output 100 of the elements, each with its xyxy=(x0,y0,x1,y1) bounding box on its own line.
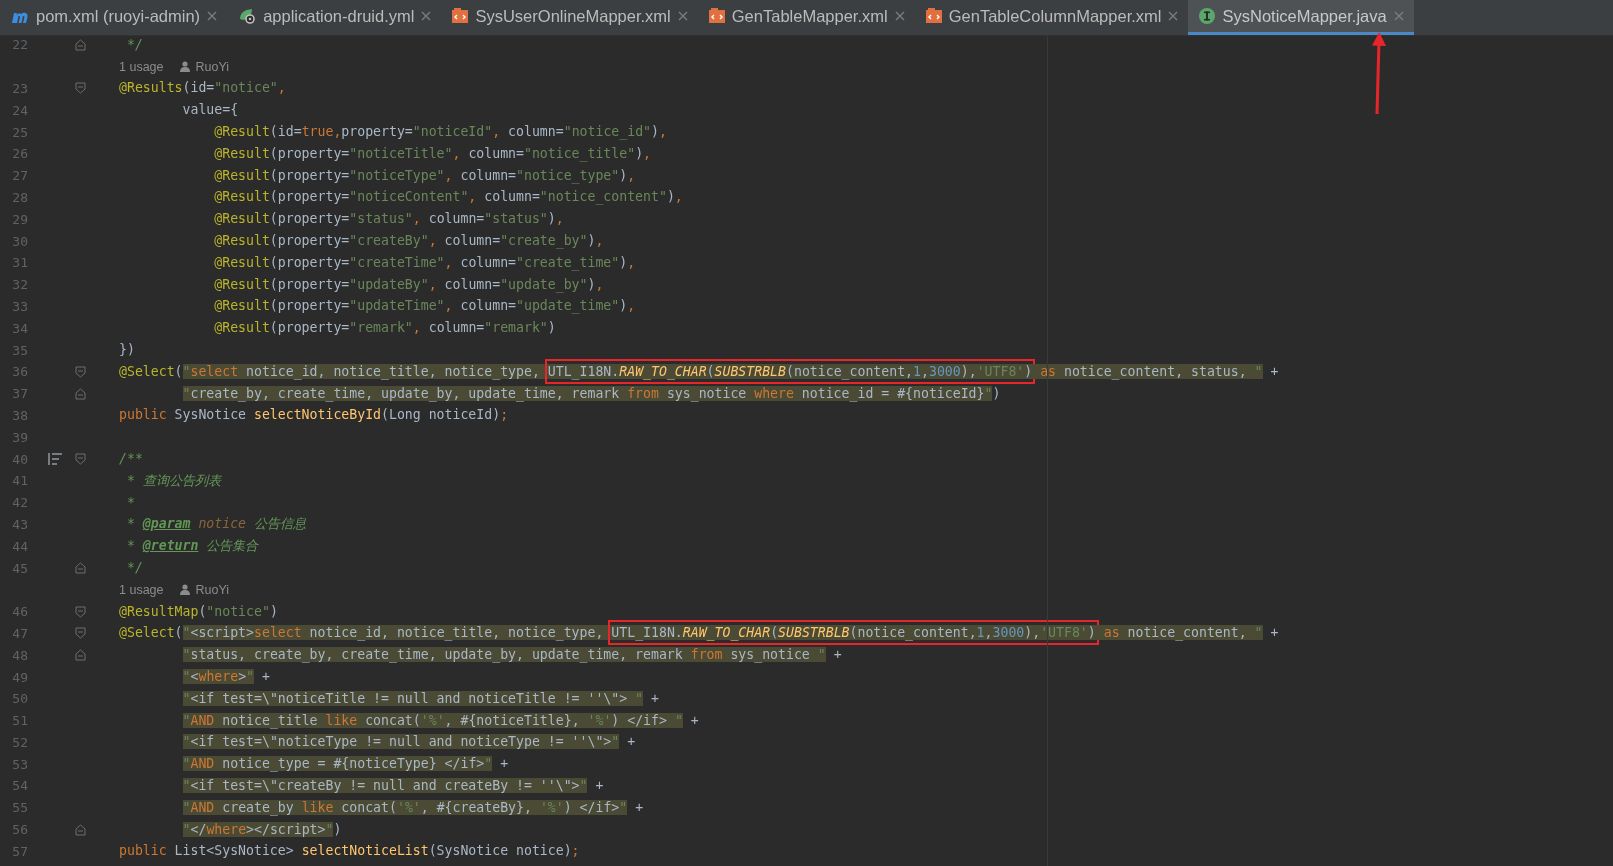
code-line: "</where></script>") xyxy=(181,820,342,839)
code-line: "<if test=\"noticeTitle != null and noticeTitle != ''\"> " + xyxy=(181,689,659,708)
fold-marker-icon[interactable] xyxy=(74,38,86,51)
line-number: 51 xyxy=(11,713,28,729)
line-number: 32 xyxy=(11,277,28,293)
code-line: /** xyxy=(119,450,143,469)
line-number: 39 xyxy=(11,429,28,445)
editor-tab[interactable]: SysNoticeMapper.java xyxy=(1188,0,1414,35)
usage-hint[interactable]: 1 usage xyxy=(119,582,164,597)
editor-tab[interactable]: application-druid.yml xyxy=(227,0,442,35)
line-number: 31 xyxy=(11,255,28,271)
code-line: @Results(id="notice", xyxy=(119,79,286,98)
line-number: 30 xyxy=(11,233,28,249)
line-number: 33 xyxy=(11,298,28,314)
line-number: 38 xyxy=(11,407,28,423)
usage-hint[interactable]: 1 usage xyxy=(119,59,164,74)
code-line: "AND notice_type = #{noticeType} </if>" + xyxy=(181,755,509,774)
line-number: 24 xyxy=(11,102,28,118)
code-line: @Result(property="remark", column="remark") xyxy=(213,319,556,338)
fold-marker-icon[interactable] xyxy=(74,562,86,574)
editor-tab[interactable]: pom.xml (ruoyi-admin) xyxy=(0,0,228,35)
line-number: 48 xyxy=(11,647,28,663)
code-line: * xyxy=(125,493,135,512)
line-number: 50 xyxy=(11,691,28,707)
code-line: "<if test=\"createBy != null and createBy != ''\">" + xyxy=(181,777,604,795)
fold-marker-icon[interactable] xyxy=(74,627,86,640)
code-line: @Result(property="updateBy", column="update_by"), xyxy=(213,275,604,294)
code-line: "status, create_by, create_time, update_by, update_time, remark from sys_notice " + xyxy=(181,646,842,665)
close-icon[interactable] xyxy=(1167,10,1180,22)
line-number: 49 xyxy=(11,669,28,685)
editor-tab[interactable]: GenTableColumnMapper.xml xyxy=(914,0,1189,35)
doc-render-icon[interactable] xyxy=(48,453,62,466)
code-line: }) xyxy=(119,341,135,360)
line-number: 25 xyxy=(11,124,28,140)
line-number: 36 xyxy=(11,364,28,380)
editor-tab[interactable]: GenTableMapper.xml xyxy=(697,0,915,35)
line-number: 52 xyxy=(11,734,28,750)
code-line: @Result(property="noticeContent", column="notice_content"), xyxy=(213,188,683,207)
code-line: public List<SysNotice> selectNoticeList(SysNotice notice); xyxy=(119,842,580,861)
code-line: @Result(property="status", column="status"), xyxy=(213,210,564,229)
file-code-icon xyxy=(451,7,470,25)
code-line: public SysNotice selectNoticeById(Long noticeId); xyxy=(119,406,509,425)
line-number: 34 xyxy=(11,320,28,336)
line-number: 54 xyxy=(11,778,28,794)
line-number: 57 xyxy=(11,843,28,859)
fold-marker-icon[interactable] xyxy=(74,649,86,662)
code-line: @Result(property="noticeType", column="notice_type"), xyxy=(213,166,636,185)
code-line: */ xyxy=(125,36,143,54)
file-code-icon xyxy=(707,7,726,25)
code-line: "AND notice_title like concat('%', #{noticeTitle}, '%') </if> " + xyxy=(181,711,699,730)
line-number: 37 xyxy=(11,386,28,402)
line-number: 40 xyxy=(11,451,28,467)
line-number: 45 xyxy=(11,560,28,576)
close-icon[interactable] xyxy=(676,10,689,22)
line-number: 56 xyxy=(11,822,28,838)
fold-marker-icon[interactable] xyxy=(74,82,86,95)
line-number: 42 xyxy=(11,495,28,511)
close-icon[interactable] xyxy=(1392,10,1405,22)
person-icon xyxy=(180,584,191,596)
code-line: @Result(property="updateTime", column="update_time"), xyxy=(213,297,636,316)
code-line: @Result(id=true,property="noticeId", column="notice_id"), xyxy=(213,123,667,142)
line-number: 22 xyxy=(11,37,28,53)
line-number: 43 xyxy=(11,516,28,532)
close-icon[interactable] xyxy=(206,10,219,22)
code-line: @Result(property="noticeTitle", column="notice_title"), xyxy=(213,144,652,163)
code-line: @Result(property="createBy", column="create_by"), xyxy=(213,232,604,251)
person-icon xyxy=(180,61,191,73)
fold-marker-icon[interactable] xyxy=(74,365,86,378)
file-code-icon xyxy=(924,7,943,25)
interface-icon xyxy=(1198,7,1217,25)
leaf-gear-icon xyxy=(237,7,258,25)
fold-marker-icon[interactable] xyxy=(74,453,86,466)
code-line: "<where>" + xyxy=(181,668,270,686)
line-number: 23 xyxy=(11,81,28,96)
code-line: "create_by, create_time, update_by, update_time, remark from sys_notice where notice_id = #{noticeId}") xyxy=(181,384,1001,403)
fold-marker-icon[interactable] xyxy=(74,823,86,836)
line-number: 44 xyxy=(11,538,28,554)
close-icon[interactable] xyxy=(420,10,433,22)
code-line: @Result(property="createTime", column="create_time"), xyxy=(213,253,636,272)
code-line: * @param notice 公告信息 xyxy=(125,515,306,534)
code-line: * @return 公告集合 xyxy=(125,537,259,556)
author-name[interactable]: RuoYi xyxy=(195,582,230,597)
author-name[interactable]: RuoYi xyxy=(195,59,230,74)
code-line: "AND create_by like concat('%', #{createBy}, '%') </if>" + xyxy=(181,798,644,817)
fold-marker-icon[interactable] xyxy=(74,387,86,400)
line-number: 41 xyxy=(11,473,28,489)
code-line: "<if test=\"noticeType != null and noticeType != ''\">" + xyxy=(181,733,636,752)
line-number: 29 xyxy=(11,211,28,227)
editor-tab[interactable]: SysUserOnlineMapper.xml xyxy=(441,0,698,35)
close-icon[interactable] xyxy=(893,10,906,22)
code-line: value={ xyxy=(181,101,239,120)
code-line: @Select("select notice_id, notice_title, notice_type, UTL_I18N.RAW_TO_CHAR(SUBSTRBLB(notice_content,1,3000),'UTF8') as notice_content, status, " + xyxy=(119,362,1279,381)
line-number: 55 xyxy=(11,800,28,816)
code-line: @ResultMap("notice") xyxy=(119,602,278,621)
code-line: */ xyxy=(125,559,143,577)
line-number: 26 xyxy=(11,146,28,162)
line-number: 53 xyxy=(11,756,28,772)
line-number: 35 xyxy=(11,342,28,358)
line-number: 27 xyxy=(11,168,28,184)
fold-marker-icon[interactable] xyxy=(74,605,86,618)
